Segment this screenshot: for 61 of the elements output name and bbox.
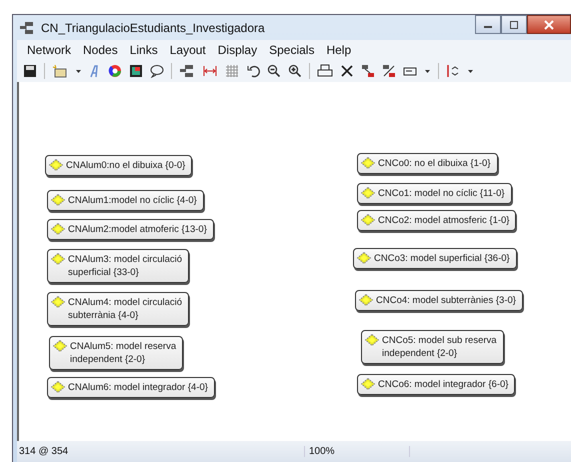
- window-title: CN_TriangulacioEstudiants_Investigadora: [41, 20, 265, 34]
- node-icon: [51, 253, 65, 265]
- grid-icon[interactable]: [225, 64, 239, 78]
- node-icon: [51, 194, 65, 206]
- stretch-icon[interactable]: [202, 64, 218, 78]
- maximize-button[interactable]: [501, 15, 527, 34]
- node-icon: [51, 381, 65, 393]
- network-node[interactable]: CNAlum2:model atmoferic {13-0}: [47, 219, 214, 240]
- network-node[interactable]: CNCo5: model sub reserva independent {2-0}: [361, 330, 504, 364]
- node-icon: [49, 159, 63, 171]
- menu-item[interactable]: Help: [320, 43, 358, 57]
- menu-item[interactable]: Network: [21, 43, 78, 57]
- delete-icon[interactable]: [340, 64, 354, 78]
- network-node[interactable]: CNCo2: model atmosferic {1-0}: [357, 210, 516, 231]
- zoom-level: 100%: [305, 446, 410, 457]
- network-node[interactable]: CNCo4: model subterrànies {3-0}: [355, 290, 523, 311]
- network-node[interactable]: CNCo3: model superficial {36-0}: [353, 248, 517, 269]
- zoom-out-icon[interactable]: [267, 64, 281, 78]
- minimize-button[interactable]: [475, 15, 501, 34]
- sort-icon[interactable]: [446, 64, 460, 78]
- node-icon: [53, 340, 67, 352]
- network-node[interactable]: CNAlum4: model circulació subterrània {4-0}: [47, 292, 190, 326]
- node-icon: [51, 223, 65, 235]
- network-node[interactable]: CNAlum1:model no cíclic {4-0}: [47, 190, 204, 211]
- font-icon[interactable]: [89, 64, 101, 78]
- node-icon: [365, 334, 379, 346]
- link-nodes-icon[interactable]: [361, 64, 375, 78]
- network-node[interactable]: CNCo6: model integrador {6-0}: [357, 374, 516, 395]
- network-node[interactable]: CNAlum6: model integrador {4-0}: [47, 377, 215, 398]
- menu-item[interactable]: Display: [212, 43, 264, 57]
- node-icon: [361, 214, 375, 226]
- speech-bubble-icon[interactable]: [150, 64, 164, 78]
- network-node[interactable]: CNAlum3: model circulació superficial {33-0}: [47, 249, 190, 283]
- close-icon: [544, 20, 554, 30]
- network-node[interactable]: CNAlum0:no el dibuixa {0-0}: [45, 155, 192, 176]
- network-node[interactable]: CNAlum5: model reserva independent {2-0}: [49, 336, 184, 370]
- node-icon: [357, 252, 371, 264]
- node-icon: [361, 157, 375, 169]
- node-icon: [361, 378, 375, 390]
- save-icon[interactable]: [23, 64, 37, 78]
- maximize-icon: [509, 20, 519, 28]
- undo-icon[interactable]: [246, 64, 260, 78]
- network-icon: [19, 20, 35, 34]
- node-icon: [361, 187, 375, 199]
- network-node[interactable]: CNCo0: no el dibuixa {1-0}: [357, 153, 498, 174]
- cursor-position: 314 @ 354: [17, 446, 305, 457]
- menu-item[interactable]: Nodes: [77, 43, 124, 57]
- new-network-icon[interactable]: [52, 64, 68, 78]
- network-node[interactable]: CNCo1: model no cíclic {11-0}: [357, 183, 512, 204]
- close-button[interactable]: [527, 15, 571, 34]
- print-icon[interactable]: [317, 64, 333, 78]
- node-icon: [51, 296, 65, 308]
- image-icon[interactable]: [129, 64, 143, 78]
- menu-item[interactable]: Specials: [263, 43, 320, 57]
- node-icon: [359, 294, 373, 306]
- menu-item[interactable]: Layout: [164, 43, 212, 57]
- color-wheel-icon[interactable]: [108, 64, 122, 78]
- zoom-in-icon[interactable]: [288, 64, 302, 78]
- unlink-nodes-icon[interactable]: [382, 64, 396, 78]
- network-icon[interactable]: [179, 64, 195, 78]
- menu-item[interactable]: Links: [124, 43, 164, 57]
